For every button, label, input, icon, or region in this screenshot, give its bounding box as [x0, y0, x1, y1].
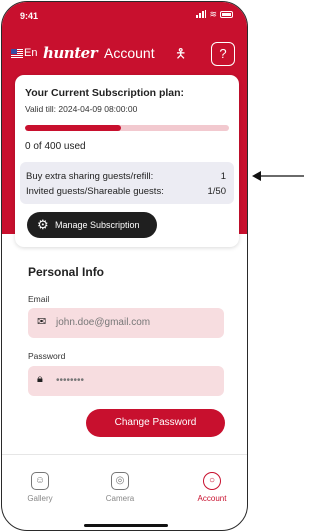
mail-icon: ✉	[37, 316, 47, 328]
status-icons: ≋	[196, 9, 233, 19]
signal-icon	[196, 10, 207, 18]
email-field[interactable]: ✉ john.doe@gmail.com	[28, 308, 224, 338]
password-label: Password	[28, 351, 66, 361]
personal-info-title: Personal Info	[28, 265, 105, 279]
usage-text: 0 of 400 used	[25, 141, 86, 152]
tab-camera-label: Camera	[105, 494, 135, 503]
gallery-icon: ☺	[31, 472, 49, 490]
phone-frame: 9:41 ≋ En hunter Account 🯅 ? Your Curren…	[1, 1, 248, 531]
top-bar: En hunter Account 🯅 ?	[2, 36, 247, 72]
guest-info-box: Buy extra sharing guests/refill: 1 Invit…	[20, 162, 234, 204]
invited-guests-label: Invited guests/Shareable guests:	[26, 186, 164, 197]
brand-logo: hunter	[43, 44, 98, 62]
email-value: john.doe@gmail.com	[56, 317, 151, 328]
invited-guests-value: 1/50	[207, 186, 227, 197]
change-password-button[interactable]: Change Password	[86, 409, 225, 437]
page-title: Account	[104, 45, 155, 61]
password-value: ••••••••	[56, 375, 85, 386]
gear-icon: ⚙	[37, 217, 49, 232]
manage-subscription-label: Manage Subscription	[55, 220, 140, 230]
usage-progress-fill	[25, 125, 121, 131]
camera-icon: ◎	[111, 472, 129, 490]
wifi-icon: ≋	[209, 9, 217, 19]
extra-guests-label: Buy extra sharing guests/refill:	[26, 171, 154, 182]
manage-subscription-button[interactable]: ⚙ Manage Subscription	[27, 212, 157, 238]
subscription-card: Your Current Subscription plan: Valid ti…	[15, 75, 239, 247]
language-selector[interactable]: En	[24, 47, 37, 59]
tab-account[interactable]: ○ Account	[182, 472, 242, 503]
extra-guests-row: Buy extra sharing guests/refill: 1	[26, 171, 226, 185]
plan-heading: Your Current Subscription plan:	[25, 87, 185, 99]
usage-progress-bar	[25, 125, 229, 131]
valid-till: Valid till: 2024-04-09 08:00:00	[25, 104, 138, 114]
lock-icon: 🔒︎	[37, 373, 43, 385]
flag-icon[interactable]	[11, 49, 23, 58]
tab-gallery[interactable]: ☺ Gallery	[10, 472, 70, 503]
password-field[interactable]: 🔒︎ ••••••••	[28, 366, 224, 396]
home-indicator	[84, 524, 168, 527]
tab-bar-divider	[2, 454, 247, 455]
help-button[interactable]: ?	[211, 42, 235, 66]
battery-icon	[220, 10, 233, 18]
status-time: 9:41	[20, 11, 39, 21]
tab-gallery-label: Gallery	[27, 494, 53, 503]
ticket-icon[interactable]: 🯅	[175, 45, 186, 67]
invited-guests-row: Invited guests/Shareable guests: 1/50	[26, 186, 226, 200]
tab-camera[interactable]: ◎ Camera	[90, 472, 150, 503]
status-bar: 9:41 ≋	[2, 2, 247, 30]
extra-guests-value: 1	[220, 171, 226, 182]
pointer-arrow-icon	[252, 171, 304, 181]
email-label: Email	[28, 294, 50, 304]
account-icon: ○	[203, 472, 221, 490]
tab-account-label: Account	[197, 494, 227, 503]
